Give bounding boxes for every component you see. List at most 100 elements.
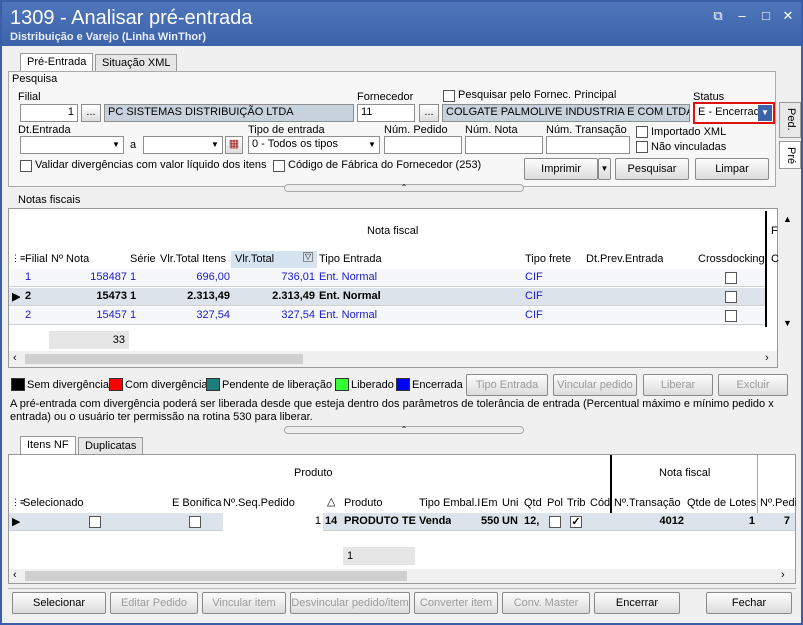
- col-pedido[interactable]: Nº.Pedi: [760, 497, 796, 509]
- row-pointer-icon: ▶: [12, 291, 21, 303]
- horizontal-scrollbar[interactable]: ‹ ›: [9, 569, 795, 583]
- chevron-down-icon[interactable]: ▼: [365, 137, 379, 153]
- scroll-up-icon[interactable]: ▲: [783, 214, 792, 224]
- table-row[interactable]: 2 15457 1 327,54 327,54 Ent. Normal CIF: [9, 307, 765, 325]
- editar-pedido-button[interactable]: Editar Pedido: [110, 592, 198, 614]
- col-selecionado[interactable]: Selecionado: [23, 497, 84, 509]
- crossdocking-checkbox[interactable]: [725, 291, 737, 303]
- tab-duplicatas[interactable]: Duplicatas: [78, 437, 144, 455]
- desvincular-button[interactable]: Desvincular pedido/item: [290, 592, 410, 614]
- grid-menu-icon[interactable]: ⋮≡: [11, 253, 25, 264]
- col-tipo-frete[interactable]: Tipo frete: [525, 253, 571, 265]
- filial-input[interactable]: 1: [20, 104, 78, 122]
- nao-vinculadas-checkbox[interactable]: [636, 141, 648, 153]
- filial-search-button[interactable]: ...: [81, 104, 101, 122]
- calendar-icon[interactable]: ▦: [225, 136, 243, 154]
- converter-item-button[interactable]: Converter item: [414, 592, 498, 614]
- tab-situacao-xml[interactable]: Situação XML: [95, 54, 178, 72]
- excluir-button[interactable]: Excluir: [718, 374, 788, 396]
- scroll-right-icon[interactable]: ›: [781, 569, 785, 581]
- col-tipo-embal[interactable]: Tipo Embal.I: [419, 497, 480, 509]
- pol-checkbox[interactable]: [549, 516, 561, 528]
- imprimir-button[interactable]: Imprimir: [524, 158, 598, 180]
- col-filial[interactable]: Filial: [25, 253, 48, 265]
- vincular-pedido-button[interactable]: Vincular pedido: [553, 374, 637, 396]
- num-pedido-input[interactable]: [384, 136, 462, 154]
- importado-xml-checkbox[interactable]: [636, 126, 648, 138]
- col-tipo-entrada[interactable]: Tipo Entrada: [319, 253, 382, 265]
- filter-icon[interactable]: ▽: [303, 252, 313, 262]
- sort-asc-icon[interactable]: △: [327, 495, 335, 508]
- col-seq-pedido[interactable]: Nº.Seq.Pedido: [223, 497, 295, 509]
- imprimir-dropdown-icon[interactable]: ▼: [598, 158, 611, 180]
- maximize-icon[interactable]: □: [758, 8, 774, 24]
- col-uni[interactable]: Uni: [502, 497, 518, 509]
- vertical-scrollbar[interactable]: ▲ ▼: [779, 212, 795, 332]
- pesquisar-fornec-checkbox[interactable]: [443, 90, 455, 102]
- restore-icon[interactable]: ⧉: [710, 8, 726, 24]
- scroll-left-icon[interactable]: ‹: [13, 352, 17, 364]
- pesquisar-button[interactable]: Pesquisar: [615, 158, 689, 180]
- splitter-grip[interactable]: ⌃: [284, 184, 524, 192]
- tab-pre-entrada[interactable]: Pré-Entrada: [20, 53, 94, 72]
- table-row[interactable]: ▶ 1 14 PRODUTO TE Venda 550 UN 12, ✓ 401…: [9, 513, 795, 531]
- col-transacao[interactable]: Nº.Transação: [614, 497, 681, 509]
- limpar-button[interactable]: Limpar: [695, 158, 769, 180]
- horizontal-scrollbar[interactable]: ‹ ›: [9, 351, 777, 367]
- col-pol[interactable]: Pol: [547, 497, 565, 509]
- dt-entrada-from[interactable]: ▼: [20, 136, 124, 154]
- splitter-grip[interactable]: ⌃: [284, 426, 524, 434]
- fechar-button[interactable]: Fechar: [706, 592, 792, 614]
- chevron-down-icon[interactable]: ▼: [758, 105, 772, 121]
- crossdocking-checkbox[interactable]: [725, 272, 737, 284]
- close-icon[interactable]: ✕: [780, 8, 796, 24]
- col-c[interactable]: C: [771, 253, 779, 265]
- status-select[interactable]: E - Encerrad ▼: [693, 102, 775, 124]
- vincular-item-button[interactable]: Vincular item: [202, 592, 286, 614]
- fornecedor-search-button[interactable]: ...: [419, 104, 439, 122]
- tipo-entrada-button[interactable]: Tipo Entrada: [466, 374, 548, 396]
- col-nota[interactable]: Nº Nota: [51, 253, 89, 265]
- fornecedor-input[interactable]: 11: [357, 104, 415, 122]
- col-bonifica[interactable]: E Bonifica: [172, 497, 222, 509]
- col-trib[interactable]: Trib: [567, 497, 586, 509]
- scroll-left-icon[interactable]: ‹: [13, 569, 17, 581]
- bonifica-checkbox[interactable]: [189, 516, 201, 528]
- encerrar-button[interactable]: Encerrar: [594, 592, 680, 614]
- scrollbar-thumb[interactable]: [25, 354, 303, 364]
- trib-checkbox-checked[interactable]: ✓: [570, 516, 582, 528]
- scroll-right-icon[interactable]: ›: [765, 352, 769, 364]
- selecionar-button[interactable]: Selecionar: [12, 592, 106, 614]
- col-emb[interactable]: Emb: [481, 497, 497, 509]
- col-crossdocking[interactable]: Crossdocking: [698, 253, 765, 265]
- num-transacao-input[interactable]: [546, 136, 630, 154]
- col-serie[interactable]: Série: [130, 253, 156, 265]
- tab-itens-nf[interactable]: Itens NF: [20, 436, 76, 455]
- col-vlr-itens[interactable]: Vlr.Total Itens: [160, 253, 226, 265]
- liberar-button[interactable]: Liberar: [643, 374, 713, 396]
- selecionado-checkbox[interactable]: [89, 516, 101, 528]
- chevron-down-icon[interactable]: ▼: [208, 137, 222, 153]
- side-tab-ped[interactable]: Ped.: [779, 102, 801, 138]
- col-lotes[interactable]: Qtde de Lotes: [687, 497, 756, 509]
- minimize-icon[interactable]: –: [734, 8, 750, 24]
- col-qtd[interactable]: Qtd: [524, 497, 544, 509]
- col-vlr-total[interactable]: Vlr.Total: [235, 253, 274, 265]
- validar-checkbox[interactable]: [20, 160, 32, 172]
- scrollbar-thumb[interactable]: [25, 571, 407, 581]
- crossdocking-checkbox[interactable]: [725, 310, 737, 322]
- codigo-fabrica-checkbox[interactable]: [273, 160, 285, 172]
- chevron-down-icon[interactable]: ▼: [109, 137, 123, 153]
- side-tab-pre[interactable]: Pré: [779, 141, 801, 169]
- scroll-down-icon[interactable]: ▼: [783, 318, 792, 328]
- group-header-nota-fiscal: Nota fiscal: [367, 225, 419, 237]
- table-row[interactable]: 1 158487 1 696,00 736,01 Ent. Normal CIF: [9, 269, 765, 287]
- table-row[interactable]: ▶ 2 15473 1 2.313,49 2.313,49 Ent. Norma…: [9, 288, 765, 306]
- dt-entrada-to[interactable]: ▼: [143, 136, 223, 154]
- conv-master-button[interactable]: Conv. Master: [502, 592, 590, 614]
- num-nota-input[interactable]: [465, 136, 543, 154]
- col-produto[interactable]: Produto: [344, 497, 383, 509]
- tipo-entrada-select[interactable]: 0 - Todos os tipos ▼: [248, 136, 380, 154]
- col-cod[interactable]: Cód: [590, 497, 610, 509]
- col-dt-prev[interactable]: Dt.Prev.Entrada: [586, 253, 663, 265]
